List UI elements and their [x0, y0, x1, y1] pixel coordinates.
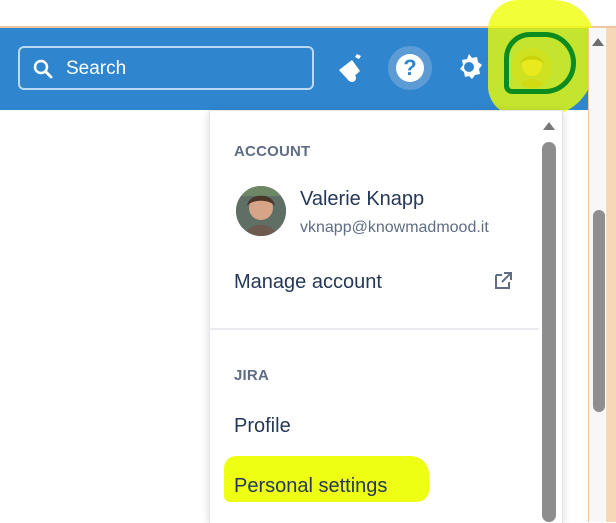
megaphone-icon — [339, 54, 361, 82]
page-scrollbar-thumb[interactable] — [593, 210, 605, 412]
menu-scrollbar-thumb[interactable] — [542, 142, 556, 522]
settings-button[interactable] — [453, 51, 485, 83]
green-circle-annotation — [504, 32, 576, 94]
account-email: vknapp@knowmadmood.it — [300, 219, 489, 236]
search-placeholder: Search — [66, 58, 127, 79]
notifications-button[interactable] — [333, 50, 367, 84]
avatar — [236, 186, 286, 236]
menu-scroll-up-arrow-icon[interactable] — [543, 122, 555, 130]
manage-account-link[interactable]: Manage account — [234, 271, 382, 294]
personal-settings-menu-item[interactable]: Personal settings — [234, 475, 387, 498]
window-right-edge — [606, 28, 616, 522]
scroll-up-arrow-icon[interactable] — [592, 38, 604, 46]
help-icon: ? — [396, 54, 424, 82]
search-icon — [33, 59, 53, 79]
profile-menu-item[interactable]: Profile — [234, 415, 291, 438]
external-link-icon[interactable] — [492, 270, 514, 292]
jira-section-title: JIRA — [234, 367, 269, 384]
account-section-title: ACCOUNT — [234, 143, 311, 160]
gear-icon — [460, 54, 482, 79]
menu-divider — [209, 328, 539, 330]
help-button[interactable]: ? — [388, 46, 432, 90]
account-user-name: Valerie Knapp — [300, 188, 425, 210]
search-box[interactable]: Search — [18, 46, 314, 90]
account-avatar — [236, 186, 286, 236]
